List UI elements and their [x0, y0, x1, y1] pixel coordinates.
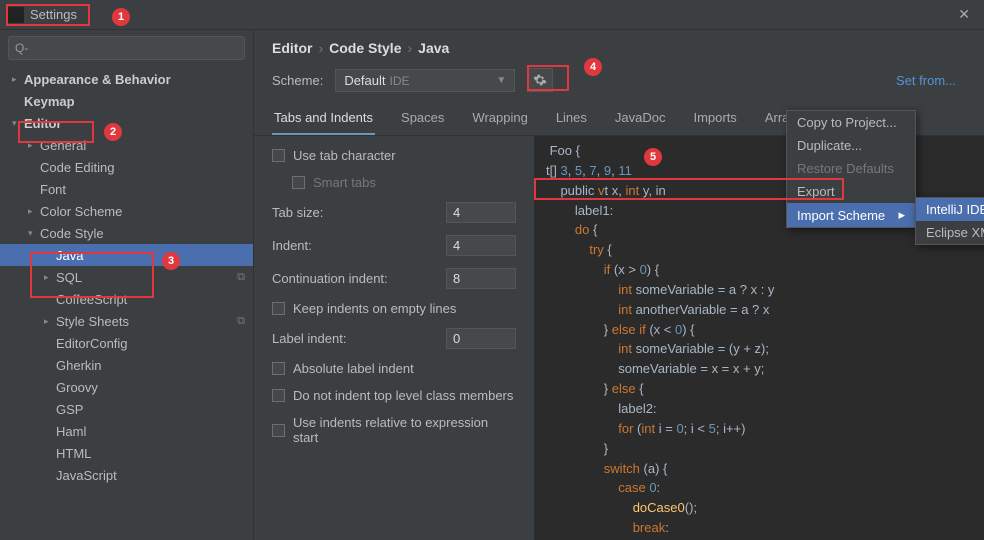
cont-indent-label: Continuation indent:: [272, 271, 388, 286]
tree-groovy[interactable]: Groovy: [0, 376, 253, 398]
tree-font[interactable]: Font: [0, 178, 253, 200]
tab-spaces[interactable]: Spaces: [399, 102, 446, 135]
settings-tree: Appearance & Behavior Keymap Editor Gene…: [0, 66, 253, 540]
submenu-intellij-xml[interactable]: IntelliJ IDEA code style XML: [916, 198, 984, 221]
sidebar: Q- Appearance & Behavior Keymap Editor G…: [0, 30, 254, 540]
gear-button[interactable]: [527, 68, 553, 92]
tree-style-sheets[interactable]: Style Sheets⧉: [0, 310, 253, 332]
tree-sql[interactable]: SQL⧉: [0, 266, 253, 288]
scheme-select[interactable]: DefaultIDE ▼: [335, 69, 515, 92]
copy-icon: ⧉: [237, 315, 245, 328]
gear-icon: [533, 73, 547, 87]
close-icon[interactable]: ✕: [952, 4, 976, 25]
tree-editorconfig[interactable]: EditorConfig: [0, 332, 253, 354]
tree-gherkin[interactable]: Gherkin: [0, 354, 253, 376]
tab-imports[interactable]: Imports: [691, 102, 738, 135]
chevron-right-icon: ▸: [898, 207, 905, 223]
gear-menu: Copy to Project... Duplicate... Restore …: [786, 110, 916, 228]
tree-general[interactable]: General: [0, 134, 253, 156]
opt-use-tab[interactable]: Use tab character: [272, 148, 516, 163]
cont-indent-input[interactable]: [446, 268, 516, 289]
copy-icon: ⧉: [237, 271, 245, 284]
menu-restore: Restore Defaults: [787, 157, 915, 180]
main-panel: Editor›Code Style›Java Scheme: DefaultID…: [254, 30, 984, 540]
tab-javadoc[interactable]: JavaDoc: [613, 102, 668, 135]
titlebar: Settings ✕: [0, 0, 984, 30]
opt-rel-expr[interactable]: Use indents relative to expression start: [272, 415, 516, 445]
submenu-eclipse-xml[interactable]: Eclipse XML Profile: [916, 221, 984, 244]
menu-duplicate[interactable]: Duplicate...: [787, 134, 915, 157]
tree-appearance[interactable]: Appearance & Behavior: [0, 68, 253, 90]
search-placeholder: Q-: [15, 41, 28, 55]
options-panel: Use tab character Smart tabs Tab size: I…: [254, 136, 534, 540]
tab-size-label: Tab size:: [272, 205, 323, 220]
tree-java[interactable]: Java: [0, 244, 253, 266]
tree-code-style[interactable]: Code Style: [0, 222, 253, 244]
tree-html[interactable]: HTML: [0, 442, 253, 464]
tab-tabs-indents[interactable]: Tabs and Indents: [272, 102, 375, 135]
tab-size-input[interactable]: [446, 202, 516, 223]
indent-label: Indent:: [272, 238, 312, 253]
scheme-label: Scheme:: [272, 73, 323, 88]
breadcrumb: Editor›Code Style›Java: [254, 30, 984, 62]
indent-input[interactable]: [446, 235, 516, 256]
label-indent-label: Label indent:: [272, 331, 346, 346]
opt-smart-tabs: Smart tabs: [292, 175, 516, 190]
tree-keymap[interactable]: Keymap: [0, 90, 253, 112]
chevron-down-icon: ▼: [496, 75, 506, 86]
tree-coffee[interactable]: CoffeeScript: [0, 288, 253, 310]
menu-export[interactable]: Export: [787, 180, 915, 203]
tree-color-scheme[interactable]: Color Scheme: [0, 200, 253, 222]
tree-gsp[interactable]: GSP: [0, 398, 253, 420]
tab-wrapping[interactable]: Wrapping: [470, 102, 529, 135]
app-icon: [8, 7, 24, 23]
import-submenu: IntelliJ IDEA code style XML Eclipse XML…: [915, 197, 984, 245]
tree-haml[interactable]: Haml: [0, 420, 253, 442]
set-from-link[interactable]: Set from...: [896, 73, 956, 88]
tree-editor[interactable]: Editor: [0, 112, 253, 134]
window-title: Settings: [30, 7, 77, 22]
opt-abs-label[interactable]: Absolute label indent: [272, 361, 516, 376]
menu-import-scheme[interactable]: Import Scheme▸: [787, 203, 915, 227]
opt-no-top[interactable]: Do not indent top level class members: [272, 388, 516, 403]
tree-javascript[interactable]: JavaScript: [0, 464, 253, 486]
label-indent-input[interactable]: [446, 328, 516, 349]
tree-code-editing[interactable]: Code Editing: [0, 156, 253, 178]
opt-keep-indents[interactable]: Keep indents on empty lines: [272, 301, 516, 316]
search-input[interactable]: Q-: [8, 36, 245, 60]
menu-copy-project[interactable]: Copy to Project...: [787, 111, 915, 134]
tab-lines[interactable]: Lines: [554, 102, 589, 135]
